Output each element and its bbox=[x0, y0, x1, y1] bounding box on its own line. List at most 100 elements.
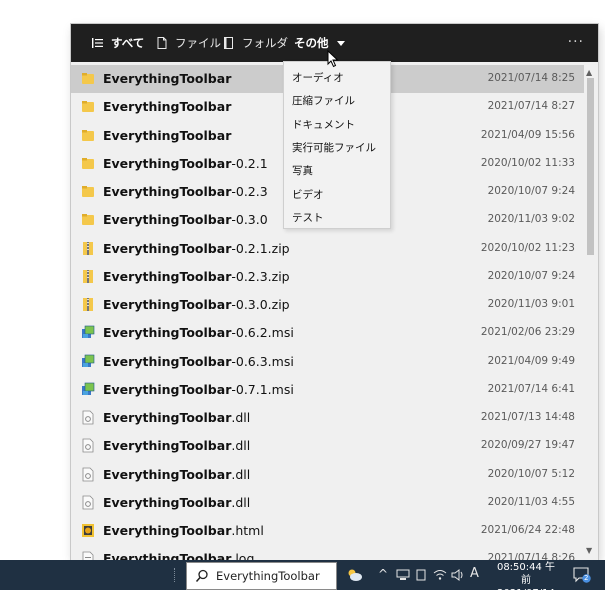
result-date: 2021/04/09 15:56 bbox=[480, 128, 575, 141]
folder-outline-icon bbox=[222, 36, 236, 50]
result-name-rest: -0.3.0.zip bbox=[231, 297, 290, 312]
result-date: 2021/04/09 9:49 bbox=[487, 354, 575, 367]
html-icon bbox=[82, 524, 94, 537]
result-date: 2021/07/14 8:25 bbox=[487, 72, 575, 84]
folder-icon bbox=[82, 129, 94, 141]
result-name: EverythingToolbar.html bbox=[103, 523, 264, 538]
battery-icon[interactable] bbox=[416, 569, 426, 581]
result-name: EverythingToolbar.dll bbox=[103, 438, 250, 453]
clock-time: 08:50:44 午前 bbox=[496, 562, 556, 586]
result-row[interactable]: EverythingToolbar-0.2.3.zip 2020/10/07 9:… bbox=[71, 263, 584, 291]
network-icon[interactable] bbox=[396, 569, 410, 581]
result-name-rest: -0.2.1 bbox=[231, 155, 268, 171]
notification-center-button[interactable]: 2 bbox=[573, 567, 591, 583]
scroll-up-icon[interactable]: ▲ bbox=[586, 68, 592, 77]
ime-indicator[interactable]: A bbox=[470, 566, 479, 581]
result-name: EverythingToolbar bbox=[103, 128, 231, 143]
notification-count: 2 bbox=[584, 574, 589, 582]
menu-item[interactable]: 写真 bbox=[292, 163, 313, 178]
result-row[interactable]: EverythingToolbar.dll 2020/11/03 4:55 bbox=[71, 489, 584, 517]
menu-item[interactable]: 圧縮ファイル bbox=[292, 93, 355, 108]
menu-item[interactable]: ビデオ bbox=[292, 187, 324, 202]
result-date: 2020/11/03 9:02 bbox=[487, 213, 575, 226]
result-name-rest: -0.7.1.msi bbox=[231, 381, 294, 397]
search-icon bbox=[195, 569, 208, 582]
folder-icon bbox=[82, 73, 94, 84]
result-row[interactable]: EverythingToolbar-0.2.1.zip 2020/10/02 11… bbox=[71, 235, 584, 263]
result-name: EverythingToolbar-0.2.1 bbox=[103, 156, 268, 171]
folder-icon bbox=[82, 101, 94, 113]
result-name-rest: .html bbox=[231, 523, 264, 538]
volume-icon[interactable] bbox=[451, 569, 465, 581]
result-row[interactable]: EverythingToolbar-0.3.0.zip 2020/11/03 9:… bbox=[71, 291, 584, 319]
result-row[interactable]: EverythingToolbar-0.6.3.msi 2021/04/09 9:… bbox=[71, 348, 584, 376]
zip-icon bbox=[83, 241, 93, 255]
msi-icon bbox=[82, 325, 95, 339]
result-name: EverythingToolbar.dll bbox=[103, 495, 250, 510]
result-name-match: EverythingToolbar bbox=[103, 551, 232, 560]
result-date: 2020/11/03 4:55 bbox=[487, 495, 575, 508]
log-icon bbox=[82, 551, 94, 560]
result-name: EverythingToolbar-0.3.0 bbox=[103, 212, 268, 227]
result-row[interactable]: EverythingToolbar-0.6.2.msi 2021/02/06 23… bbox=[71, 319, 584, 347]
result-name: EverythingToolbar-0.6.3.msi bbox=[103, 354, 294, 369]
result-name: EverythingToolbar-0.7.1.msi bbox=[103, 382, 294, 397]
result-name-match: EverythingToolbar bbox=[103, 325, 232, 341]
result-date: 2020/10/07 5:12 bbox=[487, 467, 575, 480]
filter-other-label: その他 bbox=[294, 36, 329, 50]
result-row[interactable]: EverythingToolbar.log 2021/07/14 8:26 bbox=[71, 545, 584, 560]
result-date: 2021/07/13 14:48 bbox=[480, 411, 575, 423]
result-name-rest: .log bbox=[231, 551, 255, 560]
filter-all-tab[interactable]: すべて bbox=[91, 24, 144, 62]
menu-item[interactable]: オーディオ bbox=[292, 70, 344, 85]
dll-icon bbox=[82, 410, 94, 425]
result-name-rest: -0.2.1.zip bbox=[231, 240, 290, 256]
result-name-rest: -0.6.3.msi bbox=[231, 353, 294, 369]
other-filter-menu: オーディオ圧縮ファイル ドキュメント実行可能ファイル 写真ビデオテスト bbox=[283, 61, 391, 229]
clock-date: 2021/07/14 水 bbox=[497, 588, 555, 612]
result-name: EverythingToolbar.dll bbox=[103, 410, 250, 425]
result-name-match: EverythingToolbar bbox=[103, 494, 232, 510]
zip-icon bbox=[83, 298, 93, 311]
chevron-up-icon[interactable]: ^ bbox=[378, 567, 388, 581]
result-row[interactable]: EverythingToolbar.dll 2020/10/07 5:12 bbox=[71, 461, 584, 489]
result-date: 2020/10/02 11:33 bbox=[480, 156, 575, 169]
result-name-match: EverythingToolbar bbox=[103, 240, 232, 256]
result-name-rest: .dll bbox=[231, 410, 251, 425]
menu-item[interactable]: 実行可能ファイル bbox=[292, 140, 376, 155]
result-name-match: EverythingToolbar bbox=[103, 155, 232, 171]
result-name-match: EverythingToolbar bbox=[103, 523, 232, 538]
filter-file-tab[interactable]: ファイル bbox=[155, 24, 221, 62]
result-name-match: EverythingToolbar bbox=[103, 297, 232, 312]
filter-folder-tab[interactable]: フォルダ bbox=[222, 24, 288, 62]
result-name-rest: .dll bbox=[231, 466, 251, 482]
dll-icon bbox=[82, 495, 94, 510]
menu-item[interactable]: ドキュメント bbox=[292, 117, 355, 132]
weather-cloud-icon[interactable] bbox=[346, 568, 364, 582]
more-options-button[interactable]: ··· bbox=[568, 34, 584, 50]
wifi-icon[interactable] bbox=[433, 569, 447, 581]
result-name-match: EverythingToolbar bbox=[103, 466, 232, 482]
scroll-down-icon[interactable]: ▼ bbox=[586, 546, 592, 555]
taskbar-search-box[interactable]: EverythingToolbar bbox=[186, 562, 337, 590]
result-date: 2020/10/07 9:24 bbox=[487, 269, 575, 282]
result-name: EverythingToolbar-0.2.3.zip bbox=[103, 269, 290, 284]
taskbar-search-text: EverythingToolbar bbox=[216, 569, 320, 583]
chevron-down-icon bbox=[336, 40, 345, 46]
result-row[interactable]: EverythingToolbar-0.7.1.msi 2021/07/14 6:… bbox=[71, 376, 584, 404]
filter-folder-label: フォルダ bbox=[242, 36, 288, 50]
result-name: EverythingToolbar-0.2.3 bbox=[103, 184, 268, 199]
filter-all-label: すべて bbox=[111, 36, 145, 50]
scrollbar-thumb[interactable] bbox=[587, 78, 594, 255]
result-name-match: EverythingToolbar bbox=[103, 381, 232, 397]
msi-icon bbox=[82, 382, 95, 395]
clock[interactable]: 08:50:44 午前 2021/07/14 水 bbox=[492, 561, 560, 613]
menu-item[interactable]: テスト bbox=[292, 210, 324, 225]
result-date: 2021/07/14 6:41 bbox=[487, 382, 575, 395]
result-name-match: EverythingToolbar bbox=[103, 184, 232, 199]
result-row[interactable]: EverythingToolbar.html 2021/06/24 22:48 bbox=[71, 517, 584, 545]
taskbar-grip[interactable] bbox=[174, 568, 177, 582]
result-row[interactable]: EverythingToolbar.dll 2020/09/27 19:47 bbox=[71, 432, 584, 460]
result-row[interactable]: EverythingToolbar.dll 2021/07/13 14:48 bbox=[71, 404, 584, 432]
result-date: 2020/09/27 19:47 bbox=[480, 439, 575, 452]
